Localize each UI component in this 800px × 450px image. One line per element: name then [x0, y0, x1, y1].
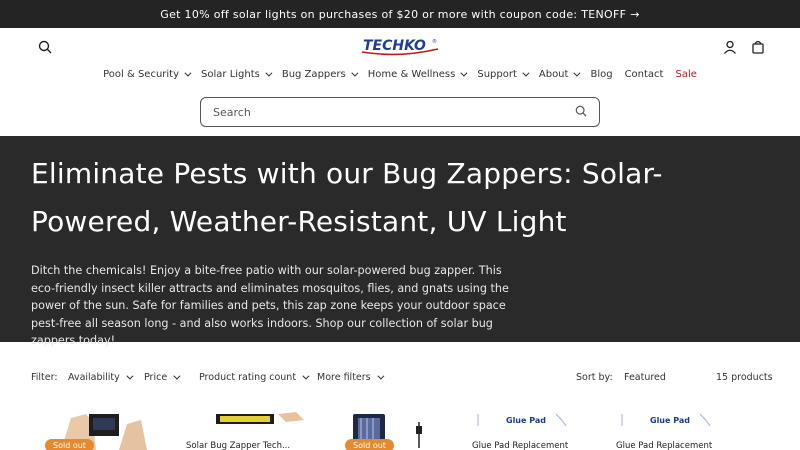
filter-product-rating-count[interactable]: Product rating count [199, 372, 310, 383]
logo-text: TECHKO [363, 38, 426, 54]
product-title[interactable]: Glue Pad Replacement [616, 441, 712, 450]
search-input[interactable]: Search [200, 97, 600, 127]
collection-title: Eliminate Pests with our Bug Zappers: So… [31, 157, 663, 238]
collection-description: Ditch the chemicals! Enjoy a bite-free p… [31, 264, 509, 347]
nav-item-contact[interactable]: Contact [619, 69, 670, 80]
product-image-label: Glue Pad [650, 416, 690, 425]
search-icon[interactable] [575, 105, 587, 120]
nav-item-solar-lights[interactable]: Solar Lights [195, 69, 276, 80]
nav-item-bug-zappers[interactable]: Bug Zappers [276, 69, 362, 80]
nav-item-home-wellness[interactable]: Home & Wellness [362, 69, 472, 80]
site-logo[interactable]: TECHKO ® [350, 34, 450, 58]
nav-item-about[interactable]: About [533, 69, 585, 80]
chevron-down-icon [126, 372, 134, 380]
sold-out-badge: Sold out [45, 439, 94, 450]
search-placeholder: Search [213, 105, 251, 119]
chevron-down-icon [302, 372, 310, 380]
filter-availability[interactable]: Availability [68, 372, 134, 383]
nav-item-pool-security[interactable]: Pool & Security [97, 69, 195, 80]
product-count: 15 products [716, 372, 773, 383]
product-image-label: Glue Pad [506, 416, 546, 425]
product-card[interactable]: Solar Bug Zapper Tech... [186, 412, 316, 450]
product-title[interactable]: Glue Pad Replacement [472, 441, 568, 450]
chevron-down-icon [184, 69, 192, 77]
product-grid: Sold out Solar Bug Zapper Tech... Sold o… [0, 412, 800, 450]
nav-item-blog[interactable]: Blog [584, 69, 618, 80]
chevron-down-icon [173, 372, 181, 380]
account-icon[interactable] [718, 35, 742, 59]
chevron-down-icon [265, 69, 273, 77]
chevron-down-icon [377, 372, 385, 380]
chevron-down-icon [522, 69, 530, 77]
filter-label: Filter: [31, 372, 58, 383]
announcement-bar[interactable]: Get 10% off solar lights on purchases of… [0, 0, 800, 28]
sold-out-badge: Sold out [345, 439, 394, 450]
main-navigation: Pool & Security Solar Lights Bug Zappers… [0, 64, 800, 84]
filter-price[interactable]: Price [144, 372, 181, 383]
arrow-right-icon: → [630, 7, 640, 21]
sort-label: Sort by: [576, 372, 613, 383]
logo-registered-mark: ® [432, 38, 437, 45]
chevron-down-icon [573, 69, 581, 77]
filter-more[interactable]: More filters [317, 372, 385, 383]
product-title[interactable]: Solar Bug Zapper Tech... [186, 441, 290, 450]
chevron-down-icon [460, 69, 468, 77]
product-card[interactable]: Sold out [31, 412, 161, 450]
search-icon[interactable] [33, 35, 57, 59]
filter-bar: Filter: Availability Price Product ratin… [0, 360, 800, 394]
cart-icon[interactable] [746, 35, 770, 59]
chevron-down-icon [351, 69, 359, 77]
product-card[interactable]: Sold out [331, 412, 461, 450]
product-card[interactable]: Glue Pad Glue Pad Replacement [616, 412, 746, 450]
nav-item-support[interactable]: Support [471, 69, 533, 80]
site-header: TECHKO ® Pool & Security Solar Lights Bu… [0, 28, 800, 136]
announcement-text: Get 10% off solar lights on purchases of… [160, 7, 627, 21]
sort-select[interactable]: Featured [624, 372, 666, 383]
collection-hero: Eliminate Pests with our Bug Zappers: So… [0, 136, 800, 347]
nav-item-sale[interactable]: Sale [669, 69, 702, 80]
product-card[interactable]: Glue Pad Glue Pad Replacement [472, 412, 602, 450]
